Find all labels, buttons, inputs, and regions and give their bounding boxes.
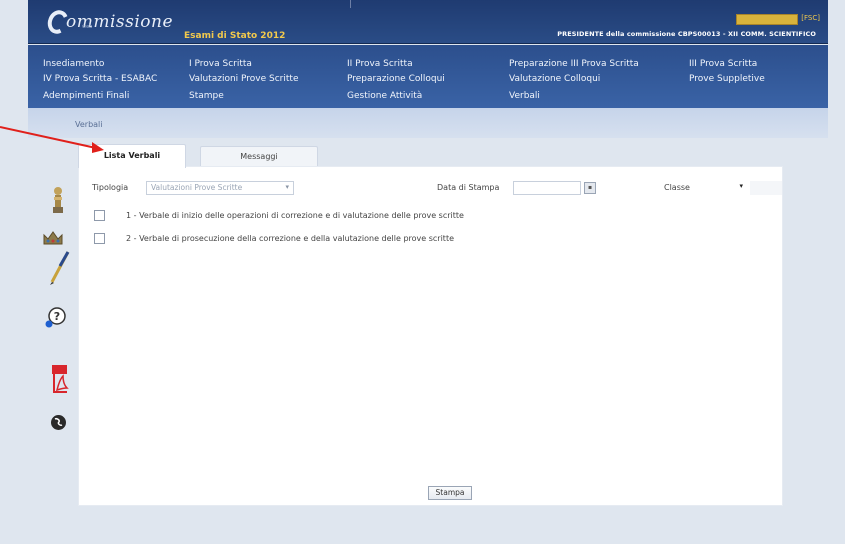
menu-item-stampe[interactable]: Stampe bbox=[189, 91, 224, 101]
menu-item-gestione-attivita[interactable]: Gestione Attività bbox=[347, 91, 422, 101]
help-icon[interactable]: ? bbox=[45, 306, 67, 328]
user-code: [FSC] bbox=[801, 14, 820, 22]
list-item: 2 - Verbale di prosecuzione della correz… bbox=[94, 231, 454, 245]
verbale-checkbox-2[interactable] bbox=[94, 232, 105, 244]
chevron-down-icon: ▾ bbox=[739, 182, 743, 190]
pdf-icon[interactable] bbox=[51, 364, 69, 394]
menu-item-adempimenti-finali[interactable]: Adempimenti Finali bbox=[43, 91, 129, 101]
menu-item-terza-prova[interactable]: III Prova Scritta bbox=[689, 59, 757, 69]
menu-item-verbali[interactable]: Verbali bbox=[509, 91, 540, 101]
menu-item-quarta-prova-esabac[interactable]: IV Prova Scritta - ESABAC bbox=[43, 74, 157, 84]
logo-subtext: web bbox=[82, 24, 93, 30]
header-divider bbox=[350, 0, 351, 8]
verbale-checkbox-1[interactable] bbox=[94, 209, 105, 221]
main-menu: Insediamento I Prova Scritta II Prova Sc… bbox=[28, 45, 828, 108]
statue-icon[interactable] bbox=[50, 186, 66, 216]
menu-item-valutazione-colloqui[interactable]: Valutazione Colloqui bbox=[509, 74, 600, 84]
app-header: ommissione web Esami di Stato 2012 [FSC]… bbox=[28, 0, 828, 44]
classe-filler bbox=[750, 181, 782, 195]
breadcrumb: Verbali bbox=[28, 108, 828, 138]
president-info: PRESIDENTE della commissione CBPS00013 -… bbox=[557, 30, 816, 38]
tipologia-label: Tipologia bbox=[92, 183, 129, 192]
menu-item-prima-prova[interactable]: I Prova Scritta bbox=[189, 59, 252, 69]
exam-title: Esami di Stato 2012 bbox=[184, 31, 286, 41]
menu-item-valutazioni-prove-scritte[interactable]: Valutazioni Prove Scritte bbox=[189, 74, 298, 84]
print-button[interactable]: Stampa bbox=[428, 486, 472, 500]
classe-select[interactable]: ▾ bbox=[707, 181, 749, 195]
pen-icon[interactable] bbox=[48, 250, 70, 286]
calendar-icon[interactable]: ▪ bbox=[584, 182, 596, 194]
user-name-badge bbox=[736, 14, 798, 25]
menu-item-preparazione-colloqui[interactable]: Preparazione Colloqui bbox=[347, 74, 445, 84]
data-stampa-label: Data di Stampa bbox=[437, 183, 500, 192]
classe-label: Classe bbox=[664, 183, 690, 192]
menu-item-insediamento[interactable]: Insediamento bbox=[43, 59, 104, 69]
verbale-label-2: 2 - Verbale di prosecuzione della correz… bbox=[126, 233, 454, 243]
tipologia-value: Valutazioni Prove Scritte bbox=[151, 183, 243, 192]
app-logo[interactable]: ommissione bbox=[44, 7, 173, 37]
verbale-label-1: 1 - Verbale di inizio delle operazioni d… bbox=[126, 210, 464, 220]
menu-item-preparazione-terza-prova[interactable]: Preparazione III Prova Scritta bbox=[509, 59, 639, 69]
tipologia-select[interactable]: Valutazioni Prove Scritte ▾ bbox=[146, 181, 294, 195]
crown-icon[interactable] bbox=[42, 230, 64, 246]
menu-item-prove-suppletive[interactable]: Prove Suppletive bbox=[689, 74, 765, 84]
chevron-down-icon: ▾ bbox=[285, 183, 289, 191]
data-stampa-input[interactable] bbox=[513, 181, 581, 195]
svg-text:?: ? bbox=[54, 310, 60, 323]
globe-icon[interactable] bbox=[50, 414, 67, 431]
tab-messaggi[interactable]: Messaggi bbox=[200, 146, 318, 166]
menu-item-seconda-prova[interactable]: II Prova Scritta bbox=[347, 59, 413, 69]
list-item: 1 - Verbale di inizio delle operazioni d… bbox=[94, 208, 464, 222]
annotation-arrow-icon bbox=[0, 126, 104, 153]
